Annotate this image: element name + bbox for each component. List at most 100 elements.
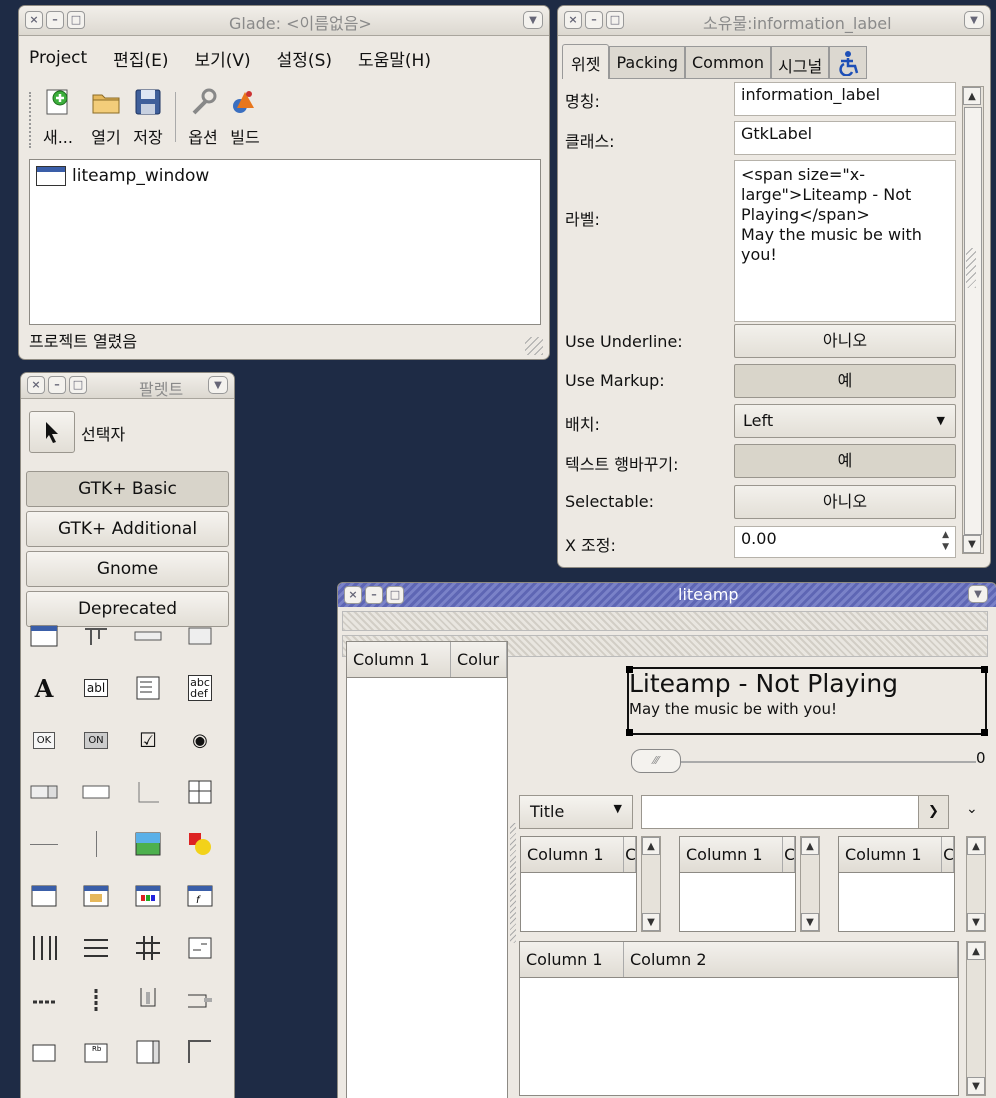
slider-track[interactable] bbox=[631, 761, 976, 763]
column-header[interactable]: Column 1 bbox=[520, 942, 624, 977]
textview-widget-icon[interactable]: abc def bbox=[186, 674, 214, 702]
liteamp-titlebar[interactable]: × – □ liteamp ▼ bbox=[338, 583, 996, 607]
prop-class-field[interactable]: GtkLabel bbox=[734, 121, 956, 155]
glade-titlebar[interactable]: × – □ Glade: <이름없음> ▼ bbox=[19, 6, 549, 36]
window-menu-icon[interactable]: ▼ bbox=[523, 11, 543, 29]
new-button[interactable]: 새... bbox=[37, 86, 79, 161]
minimize-icon[interactable]: – bbox=[585, 11, 603, 29]
close-icon[interactable]: × bbox=[564, 11, 582, 29]
scroll-up-arrow-icon[interactable]: ▲ bbox=[967, 837, 985, 855]
fileselection-widget-icon[interactable] bbox=[82, 882, 110, 910]
track-list-scrollbar[interactable]: ▲ ▼ bbox=[966, 941, 986, 1096]
properties-titlebar[interactable]: × – □ 소유물:information_label ▼ bbox=[558, 6, 990, 36]
prop-justify-select[interactable]: Left ▼ bbox=[734, 404, 956, 438]
toolbar-grip[interactable] bbox=[29, 92, 37, 148]
window-widget-icon[interactable] bbox=[30, 622, 58, 650]
minimize-icon[interactable]: – bbox=[365, 586, 383, 604]
slider-thumb[interactable]: ⁄⁄⁄ bbox=[631, 749, 681, 773]
vpaned-widget-icon[interactable] bbox=[134, 986, 162, 1014]
scroll-down-arrow-icon[interactable]: ▼ bbox=[967, 913, 985, 931]
mini-list-2-scrollbar[interactable]: ▲ ▼ bbox=[800, 836, 820, 932]
paned-grip[interactable] bbox=[510, 823, 516, 943]
options-button[interactable]: 옵션 bbox=[182, 86, 224, 161]
selection-handle[interactable] bbox=[981, 729, 988, 736]
button-widget-icon[interactable]: OK bbox=[30, 726, 58, 754]
scroll-up-arrow-icon[interactable]: ▲ bbox=[642, 837, 660, 855]
menu-help[interactable]: 도움말(H) bbox=[358, 46, 431, 71]
colorselection-widget-icon[interactable] bbox=[134, 882, 162, 910]
column-header[interactable]: C bbox=[783, 837, 795, 872]
hpaned-widget-icon[interactable] bbox=[186, 986, 214, 1014]
aspectframe-widget-icon[interactable]: Rb bbox=[82, 1038, 110, 1066]
optionmenu-widget-icon[interactable] bbox=[82, 778, 110, 806]
column-header[interactable]: C bbox=[942, 837, 954, 872]
column-header[interactable]: Colur bbox=[451, 642, 507, 677]
scroll-up-arrow-icon[interactable]: ▲ bbox=[963, 87, 981, 105]
menu-view[interactable]: 보기(V) bbox=[194, 46, 250, 71]
scrollbar-thumb[interactable] bbox=[964, 107, 982, 535]
information-label[interactable]: Liteamp - Not Playing May the music be w… bbox=[626, 666, 988, 736]
hseparator-widget-icon[interactable] bbox=[30, 830, 58, 858]
window-menu-icon[interactable]: ▼ bbox=[968, 585, 988, 603]
fontselection-widget-icon[interactable]: f bbox=[186, 882, 214, 910]
tab-common[interactable]: Common bbox=[685, 46, 772, 79]
minimize-icon[interactable]: – bbox=[46, 11, 64, 29]
vseparator-widget-icon[interactable] bbox=[82, 830, 110, 858]
spin-arrows-icon[interactable]: ▲ ▼ bbox=[942, 529, 949, 555]
mini-list-3-scrollbar[interactable]: ▲ ▼ bbox=[966, 836, 986, 932]
frame-widget-icon[interactable] bbox=[30, 1038, 58, 1066]
combo-arrow-icon[interactable]: ❯ bbox=[918, 796, 948, 828]
tree-item-liteamp-window[interactable]: liteamp_window bbox=[30, 160, 540, 192]
properties-scrollbar[interactable]: ▲ ▼ bbox=[962, 86, 984, 554]
menu-settings[interactable]: 설정(S) bbox=[277, 46, 332, 71]
selection-handle[interactable] bbox=[626, 666, 633, 673]
scroll-down-arrow-icon[interactable]: ▼ bbox=[801, 913, 819, 931]
mini-list-1-scrollbar[interactable]: ▲ ▼ bbox=[641, 836, 661, 932]
group-gtk-basic[interactable]: GTK+ Basic bbox=[26, 471, 229, 507]
entry-widget-icon[interactable]: abl bbox=[82, 674, 110, 702]
menubar-widget-icon[interactable] bbox=[82, 622, 110, 650]
column-header[interactable]: Column 1 bbox=[680, 837, 784, 872]
table-widget-icon[interactable] bbox=[186, 778, 214, 806]
expander-arrow-icon[interactable]: ⌄ bbox=[966, 801, 978, 817]
save-button[interactable]: 저장 bbox=[127, 86, 169, 161]
tab-packing[interactable]: Packing bbox=[609, 46, 685, 79]
scroll-down-arrow-icon[interactable]: ▼ bbox=[967, 1077, 985, 1095]
label-widget-icon[interactable]: A bbox=[30, 674, 58, 703]
palette-titlebar[interactable]: × – □ 팔렛트 ▼ bbox=[21, 373, 234, 399]
radio-widget-icon[interactable]: ◉ bbox=[186, 726, 214, 754]
checkbox-widget-icon[interactable]: ☑ bbox=[134, 726, 162, 754]
window-menu-icon[interactable]: ▼ bbox=[208, 376, 228, 394]
spinbutton-widget-icon[interactable] bbox=[30, 778, 58, 806]
column-header[interactable]: C bbox=[624, 837, 636, 872]
scroll-down-arrow-icon[interactable]: ▼ bbox=[642, 913, 660, 931]
group-gtk-additional[interactable]: GTK+ Additional bbox=[26, 511, 229, 547]
menu-project[interactable]: Project bbox=[29, 48, 87, 68]
hbuttonbox-widget-icon[interactable] bbox=[30, 986, 58, 1014]
vbox-widget-icon[interactable] bbox=[82, 934, 110, 962]
dialog-widget-icon[interactable] bbox=[30, 882, 58, 910]
open-button[interactable]: 열기 bbox=[85, 86, 127, 161]
vbuttonbox-widget-icon[interactable] bbox=[82, 986, 110, 1014]
prop-wrap-toggle[interactable]: 예 bbox=[734, 444, 956, 478]
maximize-icon[interactable]: □ bbox=[606, 11, 624, 29]
prop-markup-toggle[interactable]: 예 bbox=[734, 364, 956, 398]
maximize-icon[interactable]: □ bbox=[67, 11, 85, 29]
search-input[interactable]: ❯ bbox=[641, 795, 949, 829]
prop-label-textarea[interactable]: <span size="x-large">Liteamp - Not Playi… bbox=[734, 160, 956, 322]
close-icon[interactable]: × bbox=[344, 586, 362, 604]
resize-grip[interactable] bbox=[525, 337, 543, 355]
ruler-widget-icon[interactable] bbox=[134, 778, 162, 806]
window-menu-icon[interactable]: ▼ bbox=[964, 11, 984, 29]
maximize-icon[interactable]: □ bbox=[69, 376, 87, 394]
table-layout-widget-icon[interactable] bbox=[134, 934, 162, 962]
column-header[interactable]: Column 1 bbox=[839, 837, 943, 872]
scrolledwindow-widget-icon[interactable] bbox=[134, 1038, 162, 1066]
drawingarea-widget-icon[interactable] bbox=[186, 830, 214, 858]
close-icon[interactable]: × bbox=[27, 376, 45, 394]
prop-underline-toggle[interactable]: 아니오 bbox=[734, 324, 956, 358]
maximize-icon[interactable]: □ bbox=[386, 586, 404, 604]
prop-selectable-toggle[interactable]: 아니오 bbox=[734, 485, 956, 519]
selection-handle[interactable] bbox=[626, 729, 633, 736]
viewport-widget-icon[interactable] bbox=[186, 1038, 214, 1066]
